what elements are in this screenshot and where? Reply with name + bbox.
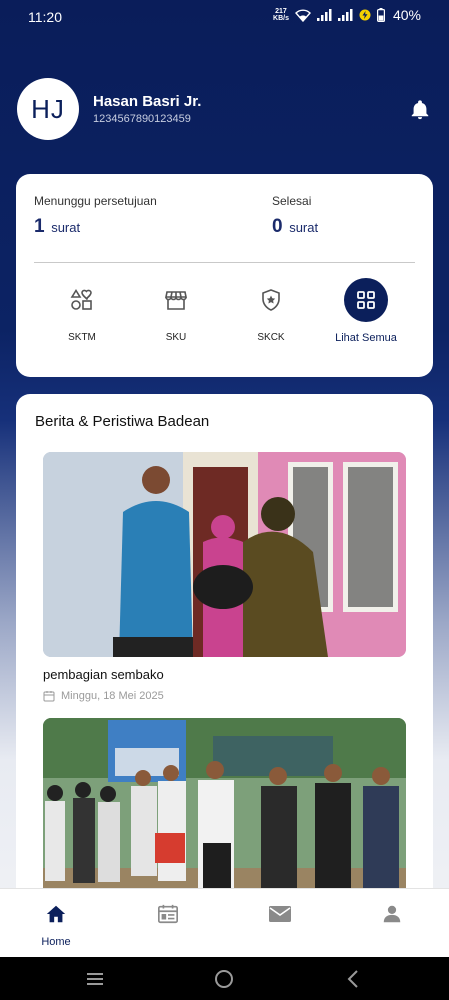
pending-label: Menunggu persetujuan xyxy=(34,194,157,208)
recent-apps-icon[interactable] xyxy=(84,968,106,990)
signal-icon-2 xyxy=(337,9,353,21)
battery-saver-icon xyxy=(359,9,371,21)
request-summary-card: Menunggu persetujuan 1 surat Selesai 0 s… xyxy=(16,174,433,377)
news-date-row: Minggu, 18 Mei 2025 xyxy=(43,690,406,702)
person-icon xyxy=(383,905,401,923)
network-speed-unit: KB/s xyxy=(273,15,289,22)
avatar[interactable]: HJ xyxy=(17,78,79,140)
battery-icon xyxy=(376,8,385,22)
status-time: 11:20 xyxy=(28,9,62,25)
pending-count: 1 xyxy=(34,216,45,237)
status-icons: 217 KB/s 40% xyxy=(273,7,421,23)
shapes-icon xyxy=(60,278,104,322)
user-name: Hasan Basri Jr. xyxy=(93,93,202,110)
service-sku-button[interactable]: SKU xyxy=(126,278,226,343)
nav-home-tab[interactable]: Home xyxy=(26,903,86,948)
see-all-services-button[interactable]: Lihat Semua xyxy=(316,278,416,344)
store-icon xyxy=(154,278,198,322)
signal-icon-1 xyxy=(316,9,332,21)
home-icon xyxy=(46,905,66,923)
bottom-navigation: Home xyxy=(0,888,449,957)
done-count: 0 xyxy=(272,216,283,237)
calendar-icon xyxy=(43,691,55,702)
pending-stat[interactable]: Menunggu persetujuan 1 surat xyxy=(34,194,157,238)
service-label: SKCK xyxy=(257,332,285,343)
wifi-icon xyxy=(295,8,311,22)
bell-icon[interactable] xyxy=(409,99,431,121)
news-photo xyxy=(43,718,406,914)
pending-value: 1 surat xyxy=(34,216,157,238)
nav-news-tab[interactable] xyxy=(138,903,198,930)
news-photo xyxy=(43,452,406,657)
service-label: SKU xyxy=(165,332,187,343)
system-navigation-bar xyxy=(0,957,449,1000)
service-sktm-button[interactable]: SKTM xyxy=(32,278,132,343)
news-item[interactable]: pembagian sembako Minggu, 18 Mei 2025 xyxy=(43,452,406,702)
nav-mail-tab[interactable] xyxy=(250,903,310,930)
mail-icon xyxy=(269,906,291,922)
calendar-news-icon xyxy=(158,904,178,924)
news-card: Berita & Peristiwa Badean pembagian semb… xyxy=(16,394,433,914)
done-unit: surat xyxy=(289,220,319,235)
news-headline: pembagian sembako xyxy=(43,667,164,682)
nav-home-label: Home xyxy=(41,936,71,948)
see-all-label: Lihat Semua xyxy=(335,332,397,344)
battery-percent: 40% xyxy=(392,7,421,23)
divider xyxy=(34,262,415,263)
grid-icon xyxy=(344,278,388,322)
done-value: 0 surat xyxy=(272,216,318,238)
network-speed-value: 217 xyxy=(275,8,287,15)
service-skck-button[interactable]: SKCK xyxy=(221,278,321,343)
shield-star-icon xyxy=(249,278,293,322)
network-speed: 217 KB/s xyxy=(273,8,289,22)
home-button-icon[interactable] xyxy=(213,968,235,990)
pending-unit: surat xyxy=(51,220,81,235)
nav-profile-tab[interactable] xyxy=(362,903,422,930)
news-section-title: Berita & Peristiwa Badean xyxy=(35,413,210,430)
avatar-initials: HJ xyxy=(31,93,65,124)
back-icon[interactable] xyxy=(343,968,365,990)
done-label: Selesai xyxy=(272,194,312,208)
news-item[interactable] xyxy=(43,718,406,914)
user-id-number: 1234567890123459 xyxy=(93,113,191,125)
done-stat[interactable]: Selesai 0 surat xyxy=(272,194,318,238)
news-date: Minggu, 18 Mei 2025 xyxy=(61,690,164,702)
service-label: SKTM xyxy=(68,332,96,343)
status-bar: 11:20 217 KB/s 40% xyxy=(0,0,449,34)
